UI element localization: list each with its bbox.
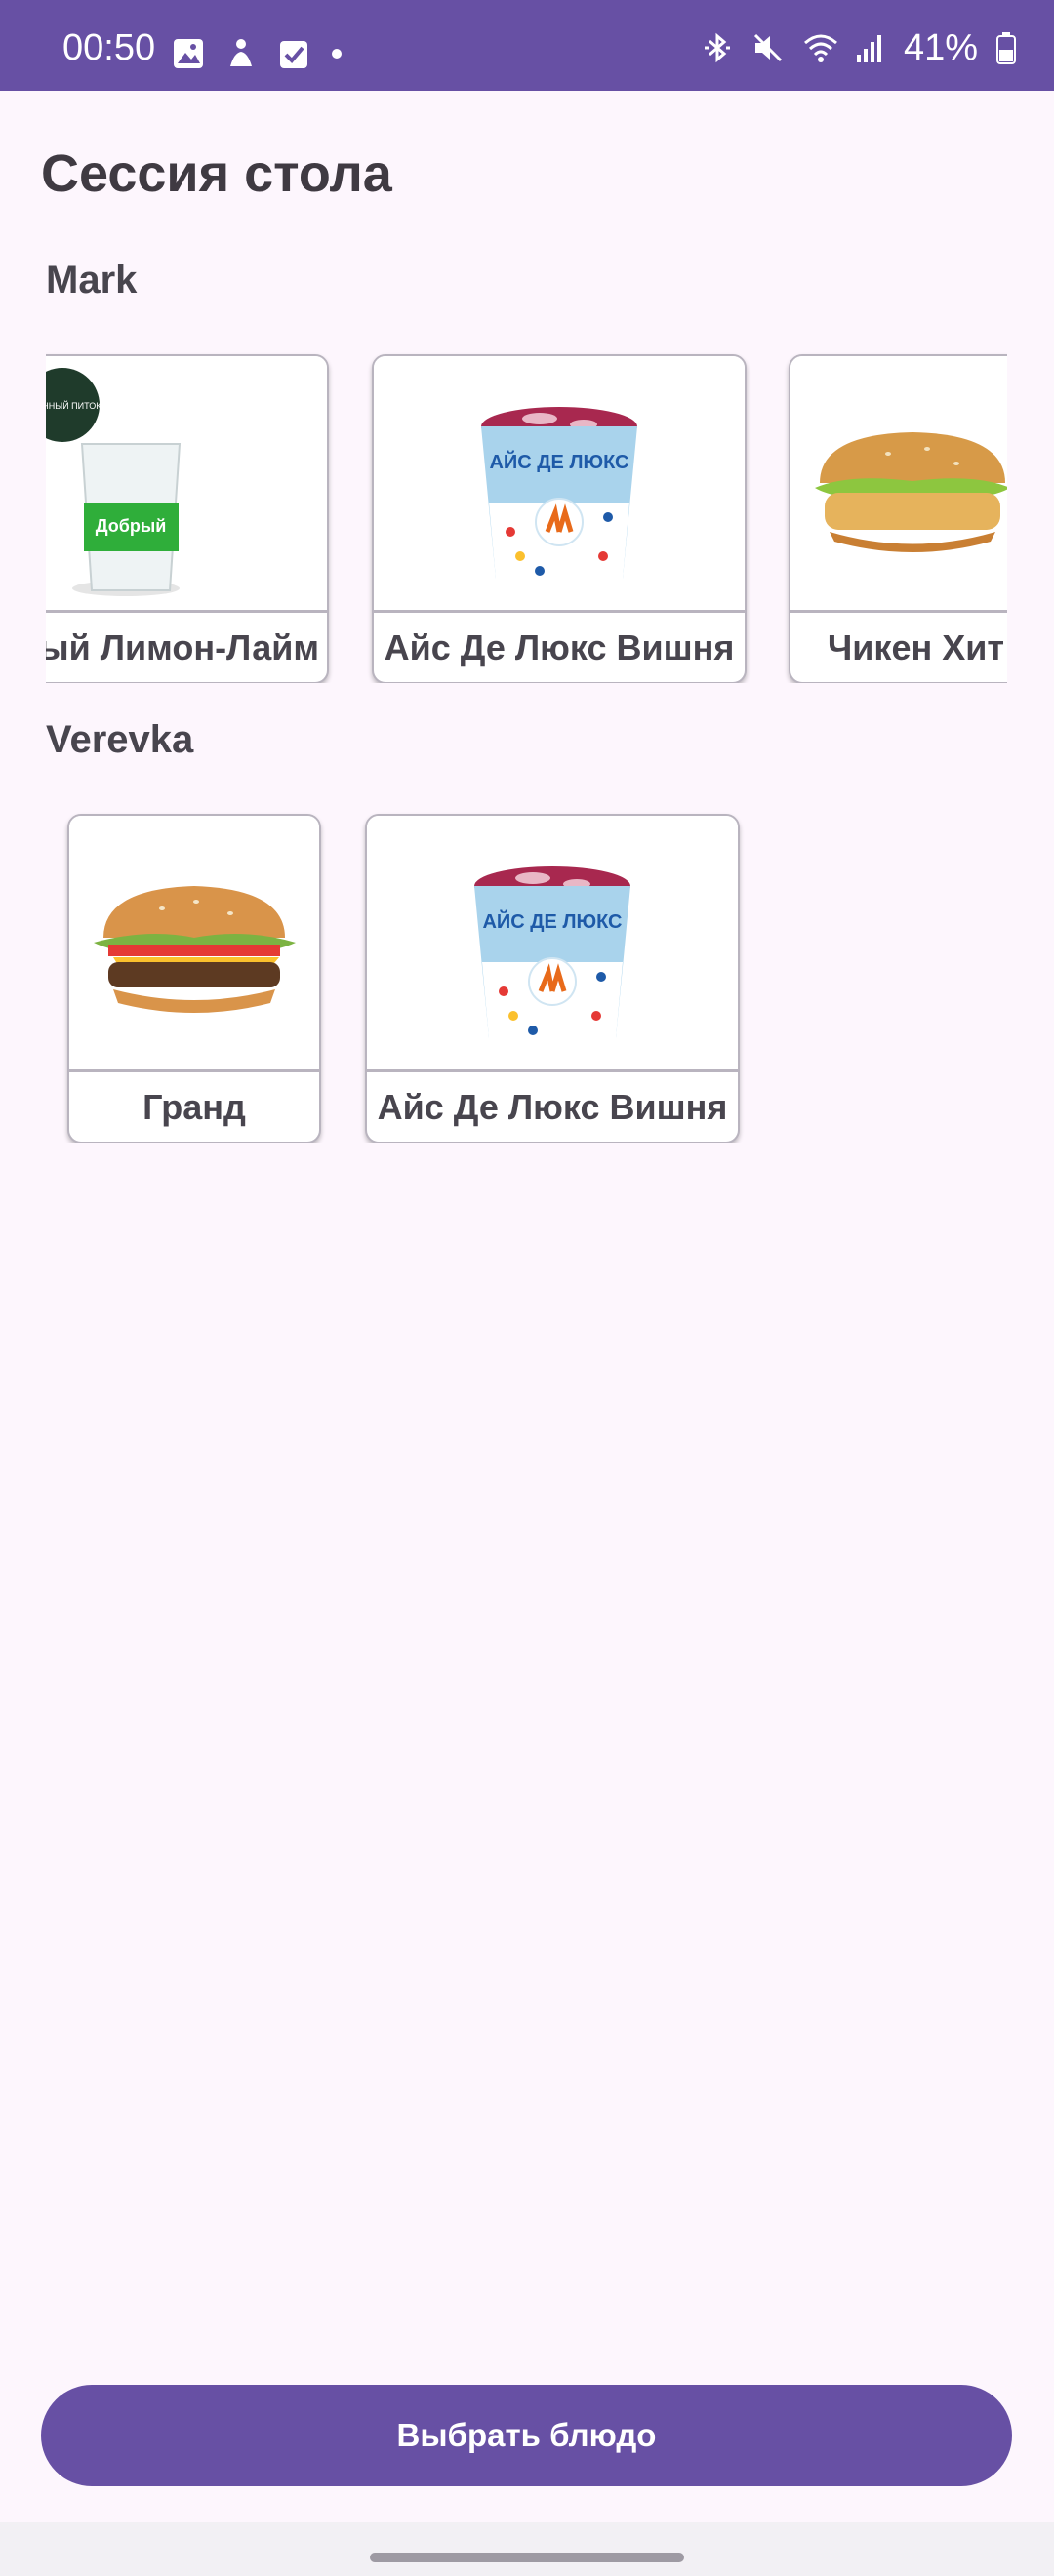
dish-card[interactable]: Чикен Хит bbox=[789, 354, 1007, 683]
home-indicator[interactable] bbox=[370, 2553, 684, 2562]
dish-name: Айс Де Люкс Вишня bbox=[384, 626, 735, 667]
dish-card[interactable]: АЙС ДЕ ЛЮКС Айс Де Люкс Вишня bbox=[372, 354, 747, 683]
chicken-burger-image bbox=[790, 356, 1007, 610]
svg-text:АЙС ДЕ ЛЮКС: АЙС ДЕ ЛЮКС bbox=[482, 909, 622, 933]
dish-card[interactable]: Гранд bbox=[67, 814, 321, 1143]
dot-icon bbox=[330, 37, 344, 70]
dish-name: Гранд bbox=[142, 1086, 246, 1127]
status-notification-icons bbox=[172, 37, 344, 70]
dish-name: Айс Де Люкс Вишня bbox=[377, 1086, 728, 1127]
section-label-mark: Mark bbox=[46, 259, 138, 302]
grand-burger-image bbox=[69, 816, 319, 1069]
dish-name: Чикен Хит bbox=[828, 626, 1004, 667]
signal-icon bbox=[853, 31, 886, 64]
task-check-icon bbox=[277, 37, 310, 70]
dish-name: ый Лимон-Лайм bbox=[46, 626, 319, 667]
system-nav-area bbox=[0, 2522, 1054, 2576]
status-bar: 00:50 41% bbox=[0, 0, 1054, 91]
page-title: Сессия стола bbox=[41, 144, 392, 203]
choose-dish-button[interactable]: Выбрать блюдо bbox=[41, 2385, 1012, 2486]
status-system-icons: 41% bbox=[701, 29, 1017, 66]
svg-text:АЙС ДЕ ЛЮКС: АЙС ДЕ ЛЮКС bbox=[489, 450, 628, 473]
section-label-verevka: Verevka bbox=[46, 718, 194, 761]
svg-text:Добрый: Добрый bbox=[96, 516, 167, 536]
dish-card[interactable]: Добрый ОВАННЫЙ ПИТОК ый Лимон-Лайм bbox=[46, 354, 329, 683]
wifi-icon bbox=[802, 31, 837, 64]
verevka-items-carousel[interactable]: Гранд АЙС ДЕ ЛЮКС Айс Де Люкс Вишня bbox=[46, 806, 1007, 1143]
meditation-icon bbox=[224, 37, 258, 70]
mute-icon bbox=[751, 31, 785, 64]
battery-icon bbox=[995, 31, 1017, 64]
ice-cream-cup-image: АЙС ДЕ ЛЮКС bbox=[374, 356, 745, 610]
lemonade-glass-image: Добрый ОВАННЫЙ ПИТОК bbox=[46, 356, 327, 610]
battery-percent: 41% bbox=[903, 27, 978, 68]
status-time: 00:50 bbox=[62, 27, 156, 68]
mark-items-carousel[interactable]: Добрый ОВАННЫЙ ПИТОК ый Лимон-Лайм АЙС Д… bbox=[46, 346, 1007, 683]
svg-text:ОВАННЫЙ ПИТОК: ОВАННЫЙ ПИТОК bbox=[46, 400, 101, 411]
gallery-icon bbox=[172, 37, 205, 70]
dish-card[interactable]: АЙС ДЕ ЛЮКС Айс Де Люкс Вишня bbox=[365, 814, 740, 1143]
ice-cream-cup-image: АЙС ДЕ ЛЮКС bbox=[367, 816, 738, 1069]
bluetooth-icon bbox=[701, 31, 734, 64]
